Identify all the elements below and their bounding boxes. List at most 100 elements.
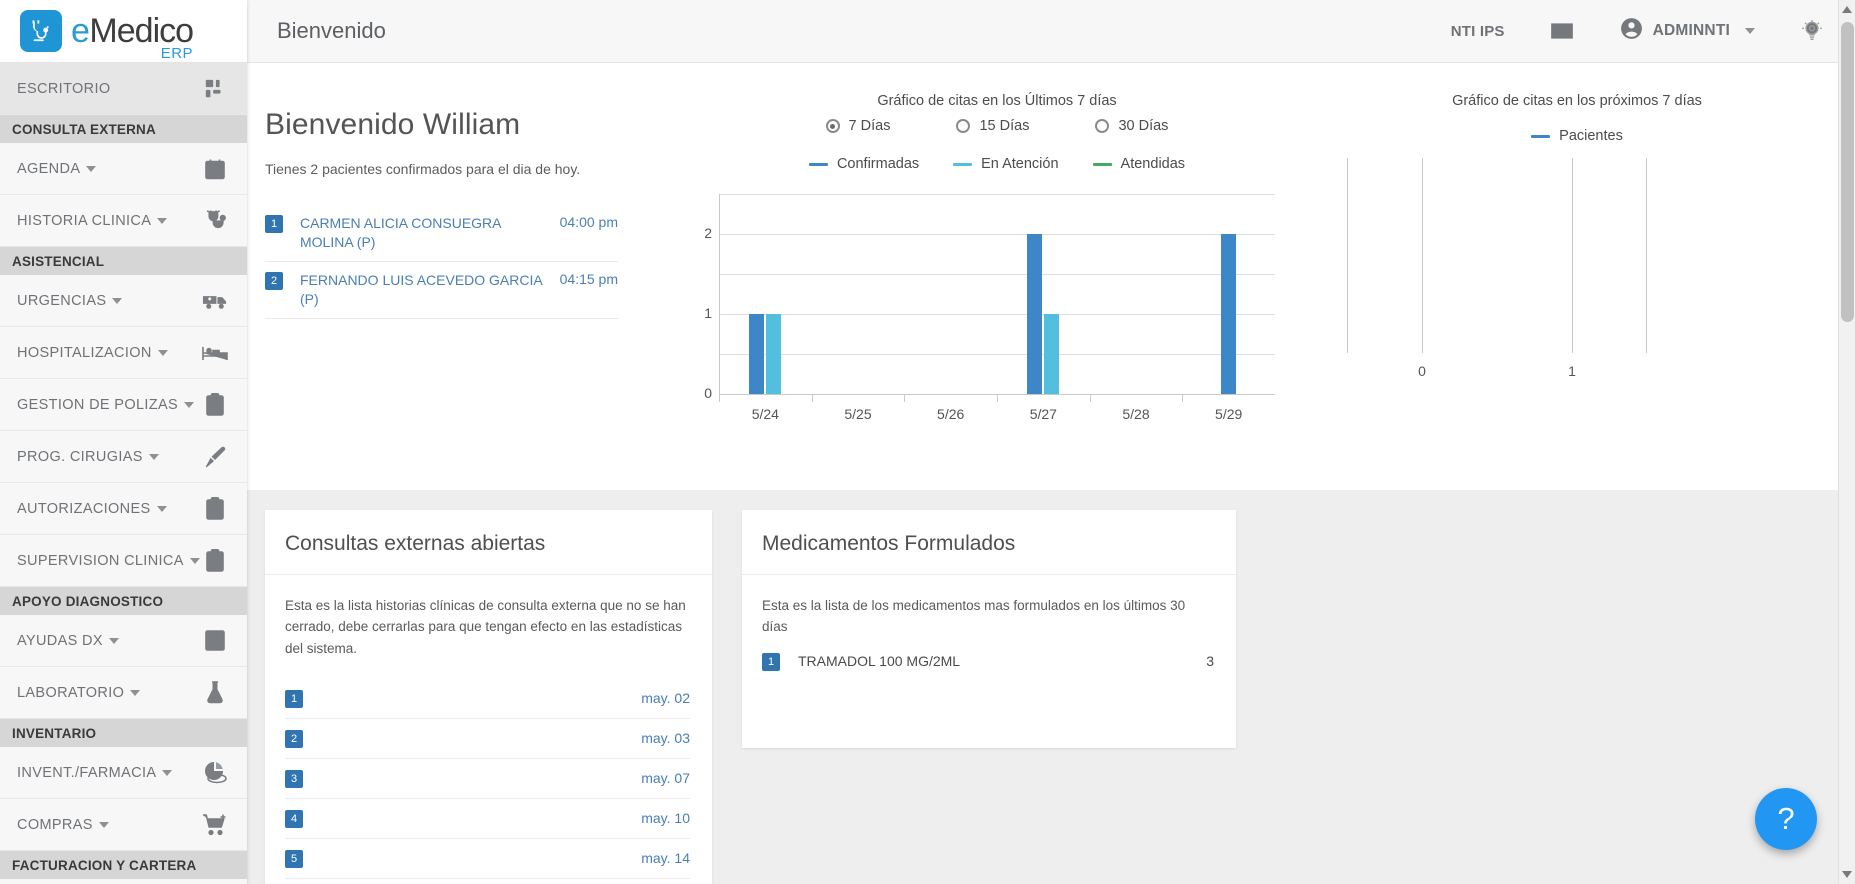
- page-title: Bienvenido: [277, 18, 386, 43]
- chart-legend: Pacientes: [1317, 128, 1837, 144]
- chart-bar[interactable]: [1044, 314, 1060, 394]
- stethoscope-logo-icon: [20, 10, 62, 52]
- legend-item[interactable]: Pacientes: [1531, 128, 1623, 144]
- scalpel-icon: [200, 442, 230, 472]
- sidebar-nav-list: CONSULTA EXTERNA AGENDA HISTORIA CLINICA AS…: [0, 115, 247, 879]
- top-panel: Bienvenido William Tienes 2 pacientes co…: [247, 63, 1855, 490]
- chevron-down-icon: [108, 637, 119, 644]
- sidebar-item-autorizaciones[interactable]: AUTORIZACIONES: [0, 483, 247, 535]
- mail-icon[interactable]: [1549, 18, 1575, 44]
- chart-right-axis: [1646, 158, 1647, 353]
- x-axis-tickmark: [1182, 394, 1184, 402]
- legend-item[interactable]: Confirmadas: [808, 156, 919, 172]
- help-button[interactable]: ?: [1755, 788, 1817, 850]
- sidebar-item-invent-farmacia[interactable]: INVENT./FARMACIA: [0, 747, 247, 799]
- chevron-down-icon: [130, 689, 141, 696]
- medication-count: 3: [1206, 653, 1214, 670]
- scroll-down-icon[interactable]: [1842, 871, 1852, 878]
- appointment-row[interactable]: 2 FERNANDO LUIS ACEVEDO GARCIA (P) 04:15 p…: [265, 262, 618, 319]
- sidebar-item-gestion-de-polizas[interactable]: GESTION DE POLIZAS: [0, 379, 247, 431]
- logo[interactable]: eMedico ERP: [0, 0, 247, 63]
- row-date[interactable]: may. 07: [641, 770, 690, 786]
- chart-bar[interactable]: [1221, 234, 1237, 394]
- logo-e: e: [71, 12, 90, 50]
- sidebar-section-header: APOYO DIAGNOSTICO: [0, 587, 247, 615]
- row-index: 4: [285, 809, 303, 828]
- x-axis-tickmark: [1089, 394, 1091, 402]
- list-item[interactable]: 4 may. 10: [285, 799, 690, 839]
- chart-title: Gráfico de citas en los Últimos 7 días: [877, 93, 1117, 109]
- range-radio-15-d-as[interactable]: 15 Días: [956, 118, 1029, 134]
- organization-name: NTI IPS: [1450, 22, 1505, 40]
- chart-bar[interactable]: [766, 314, 782, 394]
- sidebar-section-header: INVENTARIO: [0, 719, 247, 747]
- user-name: ADMINNTI: [1652, 22, 1730, 39]
- sidebar: eMedico ERP ESCRITORIO CONSULTA EXTERNA A…: [0, 0, 247, 884]
- chart-gridline: [719, 274, 1275, 275]
- y-axis-tick-label: 1: [704, 305, 712, 321]
- legend-swatch: [1531, 134, 1551, 138]
- sidebar-item-hospitalizacion[interactable]: HOSPITALIZACION: [0, 327, 247, 379]
- chevron-down-icon: [112, 297, 123, 304]
- sidebar-item-agenda[interactable]: AGENDA: [0, 143, 247, 195]
- sidebar-section-header: CONSULTA EXTERNA: [0, 115, 247, 143]
- cards-row: Consultas externas abiertas Esta es la l…: [247, 490, 1855, 884]
- y-axis-tick-label: 0: [704, 385, 712, 401]
- appointment-patient-name[interactable]: CARMEN ALICIA CONSUEGRA MOLINA (P): [283, 214, 552, 252]
- range-radio-30-d-as[interactable]: 30 Días: [1095, 118, 1168, 134]
- appointment-index: 1: [265, 215, 283, 233]
- sidebar-item-laboratorio[interactable]: LABORATORIO: [0, 667, 247, 719]
- list-item[interactable]: 3 may. 07: [285, 759, 690, 799]
- row-index: 5: [285, 849, 303, 868]
- welcome-panel: Bienvenido William Tienes 2 pacientes co…: [247, 63, 677, 490]
- row-date[interactable]: may. 03: [641, 730, 690, 746]
- card-consultas-externas: Consultas externas abiertas Esta es la l…: [265, 510, 712, 884]
- sidebar-item-historia-clinica[interactable]: HISTORIA CLINICA: [0, 195, 247, 247]
- sidebar-item-ayudas-dx[interactable]: AYUDAS DX: [0, 615, 247, 667]
- list-item[interactable]: 5 may. 14: [285, 839, 690, 879]
- legend-item[interactable]: Atendidas: [1092, 156, 1185, 172]
- appointment-patient-name[interactable]: FERNANDO LUIS ACEVEDO GARCIA (P): [283, 271, 552, 309]
- legend-item[interactable]: En Atención: [953, 156, 1059, 172]
- row-date[interactable]: may. 02: [641, 690, 690, 706]
- scrollbar-thumb[interactable]: [1841, 22, 1854, 322]
- sidebar-item-urgencias[interactable]: URGENCIAS: [0, 275, 247, 327]
- sidebar-item-compras[interactable]: COMPRAS: [0, 799, 247, 851]
- chart-bar[interactable]: [1027, 234, 1043, 394]
- welcome-heading: Bienvenido William: [265, 108, 521, 141]
- dashboard-grid-icon: [200, 74, 230, 104]
- sidebar-item-escritorio[interactable]: ESCRITORIO: [0, 63, 247, 115]
- row-index: 1: [762, 652, 780, 671]
- sidebar-item-label: HOSPITALIZACION: [17, 345, 200, 361]
- chart-plot-area: 01: [1347, 158, 1647, 379]
- shopping-cart-plus-icon: [200, 810, 230, 840]
- lightbulb-settings-icon[interactable]: [1799, 18, 1825, 44]
- scroll-up-icon[interactable]: [1842, 6, 1852, 13]
- list-item[interactable]: 1 may. 02: [285, 679, 690, 719]
- chevron-down-icon: [162, 769, 173, 776]
- sidebar-item-prog-cirugias[interactable]: PROG. CIRUGIAS: [0, 431, 247, 483]
- range-radio-7-d-as[interactable]: 7 Días: [825, 118, 890, 134]
- sidebar-item-label: HISTORIA CLINICA: [17, 213, 200, 229]
- clipboard-check-icon: [200, 494, 230, 524]
- chart-legend: Confirmadas En Atención Atendidas: [677, 156, 1317, 172]
- chevron-down-icon: [148, 453, 159, 460]
- x-axis-tickmark: [997, 394, 998, 402]
- page-scrollbar[interactable]: [1838, 0, 1855, 884]
- sidebar-item-supervision-clinica[interactable]: SUPERVISION CLINICA: [0, 535, 247, 587]
- chart-gridline: [719, 314, 1275, 315]
- chart-bar[interactable]: [749, 314, 765, 394]
- list-item[interactable]: 1 TRAMADOL 100 MG/2ML 3: [762, 638, 1214, 681]
- row-date[interactable]: may. 10: [641, 810, 690, 826]
- sidebar-item-label: GESTION DE POLIZAS: [17, 397, 200, 413]
- row-date[interactable]: may. 14: [641, 850, 690, 866]
- card-title: Consultas externas abiertas: [265, 510, 712, 575]
- list-item[interactable]: 2 may. 03: [285, 719, 690, 759]
- user-menu[interactable]: ADMINNTI: [1619, 16, 1755, 46]
- appointment-row[interactable]: 1 CARMEN ALICIA CONSUEGRA MOLINA (P) 04:00…: [265, 205, 618, 262]
- chevron-down-icon: [184, 401, 194, 408]
- card-title: Medicamentos Formulados: [742, 510, 1236, 575]
- xray-document-icon: [200, 626, 230, 656]
- sidebar-item-label: ESCRITORIO: [17, 80, 111, 97]
- chevron-down-icon: [157, 349, 168, 356]
